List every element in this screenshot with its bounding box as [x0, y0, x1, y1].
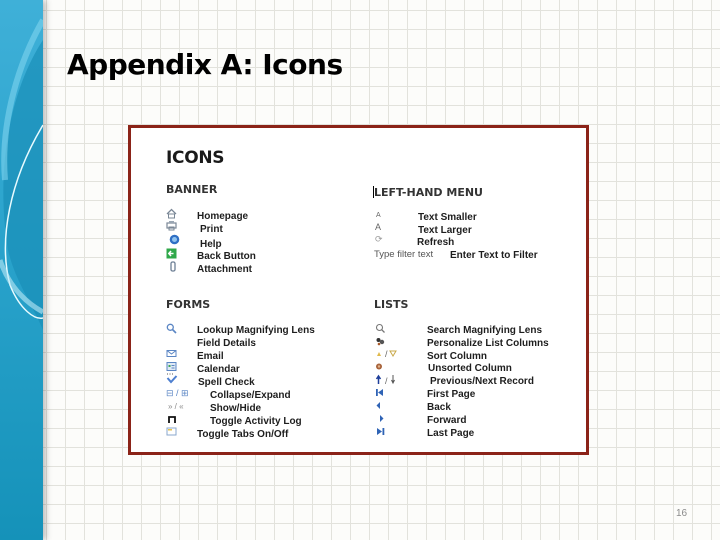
banner-item-homepage: Homepage: [197, 211, 249, 222]
forms-item-calendar: Calendar: [197, 364, 240, 375]
svg-text:/: /: [385, 349, 388, 359]
banner-item-print: Print: [200, 224, 223, 235]
lhm-item-refresh: Refresh: [417, 237, 455, 248]
forms-item-show-hide: Show/Hide: [210, 403, 262, 414]
toggle-tabs-icon: [166, 426, 178, 437]
email-icon: [166, 348, 178, 359]
back-icon: [375, 400, 387, 411]
text-smaller-icon: A: [376, 212, 381, 219]
lists-item-search-magnifying-lens: Search Magnifying Lens: [427, 325, 543, 336]
banner-item-back-button: Back Button: [197, 251, 256, 262]
sort-column-icon: /: [375, 348, 405, 359]
sidebar-swoosh-graphic: [0, 18, 43, 330]
forms-item-collapse-expand: Collapse/Expand: [210, 390, 291, 401]
last-page-icon: [375, 426, 387, 437]
svg-text:/: /: [385, 376, 388, 385]
page-number: 16: [676, 508, 688, 519]
lists-item-first-page: First Page: [427, 389, 476, 400]
icons-reference-panel: ICONS BANNER Homepage Print Help Back Bu…: [128, 125, 589, 455]
lists-item-unsorted-column: Unsorted Column: [428, 363, 512, 374]
forms-item-toggle-tabs: Toggle Tabs On/Off: [197, 429, 289, 440]
personalize-columns-icon: [375, 336, 387, 347]
forms-item-email: Email: [197, 351, 224, 362]
search-icon: [375, 323, 387, 334]
first-page-icon: [375, 387, 387, 398]
forward-icon: [377, 413, 389, 424]
refresh-icon: ⟳: [375, 234, 383, 244]
lists-item-forward: Forward: [427, 415, 467, 426]
section-title-left-hand-menu: LEFT-HAND MENU: [374, 186, 483, 199]
calendar-icon: [166, 361, 178, 372]
unsorted-column-icon: [375, 361, 387, 372]
forms-item-lookup-magnifying-lens: Lookup Magnifying Lens: [197, 325, 315, 336]
section-title-banner: BANNER: [166, 183, 218, 196]
previous-next-record-icon: /: [375, 374, 405, 385]
home-icon: [166, 208, 178, 219]
activity-log-icon: [167, 414, 179, 425]
lists-item-previous-next-record: Previous/Next Record: [430, 376, 534, 387]
banner-item-attachment: Attachment: [197, 264, 253, 275]
show-hide-icon: » / «: [168, 402, 184, 411]
attachment-icon: [168, 261, 180, 272]
back-button-icon: [166, 248, 178, 259]
print-icon: [166, 220, 178, 231]
help-icon: [169, 234, 181, 245]
lists-item-personalize-list-columns: Personalize List Columns: [427, 338, 549, 349]
spell-check-icon: [166, 373, 178, 384]
panel-heading: ICONS: [166, 148, 225, 168]
lists-item-back: Back: [427, 402, 451, 413]
decorative-sidebar: [0, 0, 43, 540]
filter-input-placeholder[interactable]: Type filter text: [374, 249, 433, 260]
slide-title: Appendix A: Icons: [67, 48, 343, 81]
collapse-expand-icon: ⊟ / ⊞: [166, 388, 189, 398]
forms-item-toggle-activity-log: Toggle Activity Log: [210, 416, 302, 427]
lists-item-last-page: Last Page: [427, 428, 475, 439]
section-title-forms: FORMS: [166, 298, 211, 311]
forms-item-spell-check: Spell Check: [198, 377, 255, 388]
lhm-item-text-smaller: Text Smaller: [418, 212, 477, 223]
lhm-item-enter-text-to-filter: Enter Text to Filter: [450, 250, 538, 261]
text-larger-icon: A: [375, 222, 382, 232]
forms-item-field-details: Field Details: [197, 338, 256, 349]
section-title-lists: LISTS: [374, 298, 409, 311]
magnifying-lens-icon: [166, 323, 178, 334]
